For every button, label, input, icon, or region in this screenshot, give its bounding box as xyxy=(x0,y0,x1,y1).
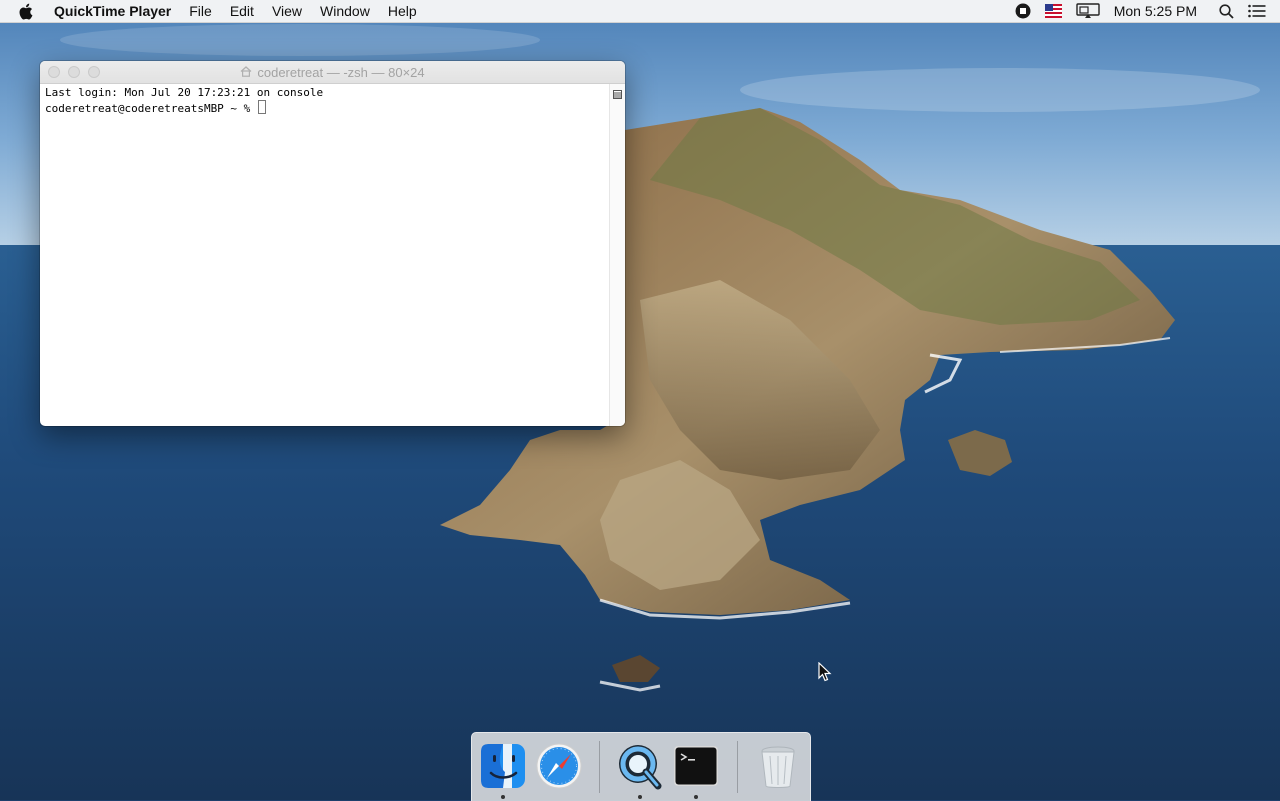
dock xyxy=(471,732,811,801)
window-title: coderetreat — -zsh — 80×24 xyxy=(240,64,425,80)
terminal-prompt: coderetreat@coderetreatsMBP ~ % xyxy=(45,102,257,115)
notification-center-icon[interactable] xyxy=(1248,0,1266,22)
mouse-pointer-icon xyxy=(818,661,832,687)
terminal-output[interactable]: Last login: Mon Jul 20 17:23:21 on conso… xyxy=(40,84,610,426)
split-pane-icon[interactable] xyxy=(613,86,622,104)
menu-bar: QuickTime Player File Edit View Window H… xyxy=(0,0,1280,23)
dock-separator xyxy=(599,741,600,793)
scrollbar[interactable] xyxy=(609,84,625,426)
text-cursor xyxy=(257,100,266,114)
terminal-window: coderetreat — -zsh — 80×24 Last login: M… xyxy=(40,61,625,426)
minimize-button[interactable] xyxy=(68,66,80,78)
terminal-icon[interactable] xyxy=(672,742,720,790)
zoom-button[interactable] xyxy=(88,66,100,78)
screen-recording-stop-icon[interactable] xyxy=(1015,0,1031,22)
finder-icon[interactable] xyxy=(479,742,527,790)
quicktime-icon[interactable] xyxy=(616,742,664,790)
quicktime-running-indicator xyxy=(638,795,642,799)
close-button[interactable] xyxy=(48,66,60,78)
clock[interactable]: Mon 5:25 PM xyxy=(1114,0,1197,22)
view-menu[interactable]: View xyxy=(263,0,311,22)
edit-menu[interactable]: Edit xyxy=(221,0,263,22)
dock-separator xyxy=(737,741,738,793)
window-controls xyxy=(48,66,100,78)
file-menu[interactable]: File xyxy=(180,0,221,22)
home-folder-icon xyxy=(240,65,252,80)
us-flag-input-source-icon[interactable] xyxy=(1044,0,1062,22)
terminal-running-indicator xyxy=(694,795,698,799)
status-menus: Mon 5:25 PM xyxy=(1015,0,1280,22)
finder-running-indicator xyxy=(501,795,505,799)
trash-icon[interactable] xyxy=(754,742,802,790)
help-menu[interactable]: Help xyxy=(379,0,426,22)
airplay-display-icon[interactable] xyxy=(1076,0,1100,22)
app-name-menu[interactable]: QuickTime Player xyxy=(54,0,180,22)
apple-menu-icon[interactable] xyxy=(18,0,36,22)
window-titlebar[interactable]: coderetreat — -zsh — 80×24 xyxy=(40,61,625,84)
terminal-line: Last login: Mon Jul 20 17:23:21 on conso… xyxy=(45,86,324,99)
window-title-text: coderetreat — -zsh — 80×24 xyxy=(257,64,425,80)
window-menu[interactable]: Window xyxy=(311,0,379,22)
spotlight-search-icon[interactable] xyxy=(1219,0,1234,22)
terminal-prompt-line: coderetreat@coderetreatsMBP ~ % xyxy=(45,100,605,116)
safari-icon[interactable] xyxy=(535,742,583,790)
